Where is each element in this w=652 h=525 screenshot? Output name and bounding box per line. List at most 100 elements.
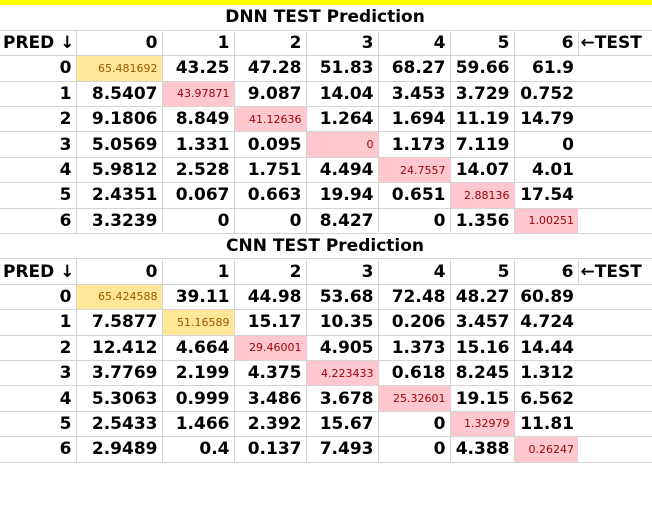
cnn-row-label[interactable]: 4 — [0, 385, 77, 412]
table-cell[interactable]: 1.264 — [306, 106, 379, 133]
empty-cell[interactable] — [578, 208, 652, 235]
empty-cell[interactable] — [578, 335, 652, 361]
table-cell[interactable]: 39.11 — [162, 284, 235, 311]
table-cell[interactable]: 0 — [378, 411, 451, 438]
diagonal-cell[interactable]: 25.32601 — [378, 385, 451, 412]
table-cell[interactable]: 44.98 — [234, 284, 307, 311]
table-cell[interactable]: 4.375 — [234, 360, 307, 387]
diagonal-cell[interactable]: 41.12636 — [234, 106, 307, 133]
empty-cell[interactable] — [578, 309, 652, 336]
table-cell[interactable]: 0 — [234, 208, 307, 235]
table-cell[interactable]: 11.19 — [450, 106, 515, 133]
table-cell[interactable]: 72.48 — [378, 284, 451, 311]
cnn-column-header[interactable]: 1 — [162, 258, 235, 285]
table-cell[interactable]: 15.17 — [234, 309, 307, 336]
table-cell[interactable]: 3.486 — [234, 385, 307, 412]
dnn-pred-label[interactable]: PRED ↓ — [0, 30, 77, 57]
table-cell[interactable]: 4.01 — [514, 157, 578, 184]
table-cell[interactable]: 0.095 — [234, 131, 307, 158]
table-cell[interactable]: 59.66 — [450, 55, 515, 82]
table-cell[interactable]: 15.67 — [306, 411, 379, 438]
table-cell[interactable]: 14.04 — [306, 81, 379, 108]
table-cell[interactable]: 4.724 — [514, 309, 578, 336]
dnn-row-label[interactable]: 6 — [0, 208, 77, 235]
diagonal-cell[interactable]: 1.32979 — [450, 411, 515, 438]
table-cell[interactable]: 9.1806 — [76, 106, 163, 133]
table-cell[interactable]: 1.466 — [162, 411, 235, 438]
diagonal-cell[interactable]: 51.16589 — [162, 309, 235, 336]
cnn-row-label[interactable]: 5 — [0, 411, 77, 438]
table-cell[interactable]: 61.9 — [514, 55, 578, 82]
table-cell[interactable]: 1.373 — [378, 335, 451, 361]
table-cell[interactable]: 14.44 — [514, 335, 578, 361]
dnn-column-header[interactable]: 1 — [162, 30, 235, 57]
diagonal-cell[interactable]: 65.424588 — [76, 284, 163, 311]
table-cell[interactable]: 53.68 — [306, 284, 379, 311]
table-cell[interactable]: 5.0569 — [76, 131, 163, 158]
table-cell[interactable]: 43.25 — [162, 55, 235, 82]
table-cell[interactable]: 0.752 — [514, 81, 578, 108]
table-cell[interactable]: 5.3063 — [76, 385, 163, 412]
table-cell[interactable]: 0.137 — [234, 436, 307, 463]
diagonal-cell[interactable]: 0 — [306, 131, 379, 158]
table-cell[interactable]: 3.453 — [378, 81, 451, 108]
table-cell[interactable]: 14.79 — [514, 106, 578, 133]
diagonal-cell[interactable]: 1.00251 — [514, 208, 578, 235]
table-cell[interactable]: 0 — [378, 208, 451, 235]
dnn-column-header[interactable]: 0 — [76, 30, 163, 57]
dnn-column-header[interactable]: 4 — [378, 30, 451, 57]
cnn-column-header[interactable]: 3 — [306, 258, 379, 285]
empty-cell[interactable] — [578, 55, 652, 82]
dnn-row-label[interactable]: 4 — [0, 157, 77, 184]
empty-cell[interactable] — [578, 360, 652, 387]
table-cell[interactable]: 8.5407 — [76, 81, 163, 108]
table-cell[interactable]: 7.493 — [306, 436, 379, 463]
cnn-row-label[interactable]: 6 — [0, 436, 77, 463]
empty-cell[interactable] — [578, 411, 652, 438]
table-cell[interactable]: 17.54 — [514, 182, 578, 209]
table-cell[interactable]: 1.331 — [162, 131, 235, 158]
table-cell[interactable]: 0.618 — [378, 360, 451, 387]
table-cell[interactable]: 8.245 — [450, 360, 515, 387]
table-cell[interactable]: 0.206 — [378, 309, 451, 336]
dnn-column-header[interactable]: 2 — [234, 30, 307, 57]
table-cell[interactable]: 19.15 — [450, 385, 515, 412]
cnn-column-header[interactable]: 2 — [234, 258, 307, 285]
diagonal-cell[interactable]: 65.481692 — [76, 55, 163, 82]
table-cell[interactable]: 51.83 — [306, 55, 379, 82]
table-cell[interactable]: 5.9812 — [76, 157, 163, 184]
table-cell[interactable]: 9.087 — [234, 81, 307, 108]
table-cell[interactable]: 2.5433 — [76, 411, 163, 438]
table-cell[interactable]: 0.4 — [162, 436, 235, 463]
table-cell[interactable]: 1.173 — [378, 131, 451, 158]
table-cell[interactable]: 0 — [514, 131, 578, 158]
cnn-row-label[interactable]: 2 — [0, 335, 77, 361]
cnn-pred-label[interactable]: PRED ↓ — [0, 258, 77, 285]
table-cell[interactable]: 47.28 — [234, 55, 307, 82]
empty-cell[interactable] — [578, 436, 652, 463]
table-cell[interactable]: 2.392 — [234, 411, 307, 438]
table-cell[interactable]: 2.9489 — [76, 436, 163, 463]
cnn-column-header[interactable]: 0 — [76, 258, 163, 285]
cnn-row-label[interactable]: 3 — [0, 360, 77, 387]
diagonal-cell[interactable]: 4.223433 — [306, 360, 379, 387]
table-cell[interactable]: 4.905 — [306, 335, 379, 361]
table-cell[interactable]: 2.199 — [162, 360, 235, 387]
table-cell[interactable]: 1.312 — [514, 360, 578, 387]
cnn-column-header[interactable]: 5 — [450, 258, 515, 285]
table-cell[interactable]: 19.94 — [306, 182, 379, 209]
empty-cell[interactable] — [578, 385, 652, 412]
table-cell[interactable]: 3.457 — [450, 309, 515, 336]
cnn-row-label[interactable]: 0 — [0, 284, 77, 311]
table-cell[interactable]: 3.3239 — [76, 208, 163, 235]
table-cell[interactable]: 0.999 — [162, 385, 235, 412]
diagonal-cell[interactable]: 24.7557 — [378, 157, 451, 184]
cnn-column-header[interactable]: 6 — [514, 258, 579, 285]
dnn-test-label[interactable]: ←TEST — [578, 30, 652, 57]
table-cell[interactable]: 0.651 — [378, 182, 451, 209]
table-cell[interactable]: 8.427 — [306, 208, 379, 235]
empty-cell[interactable] — [578, 182, 652, 209]
dnn-column-header[interactable]: 6 — [514, 30, 579, 57]
table-cell[interactable]: 14.07 — [450, 157, 515, 184]
table-cell[interactable]: 48.27 — [450, 284, 515, 311]
